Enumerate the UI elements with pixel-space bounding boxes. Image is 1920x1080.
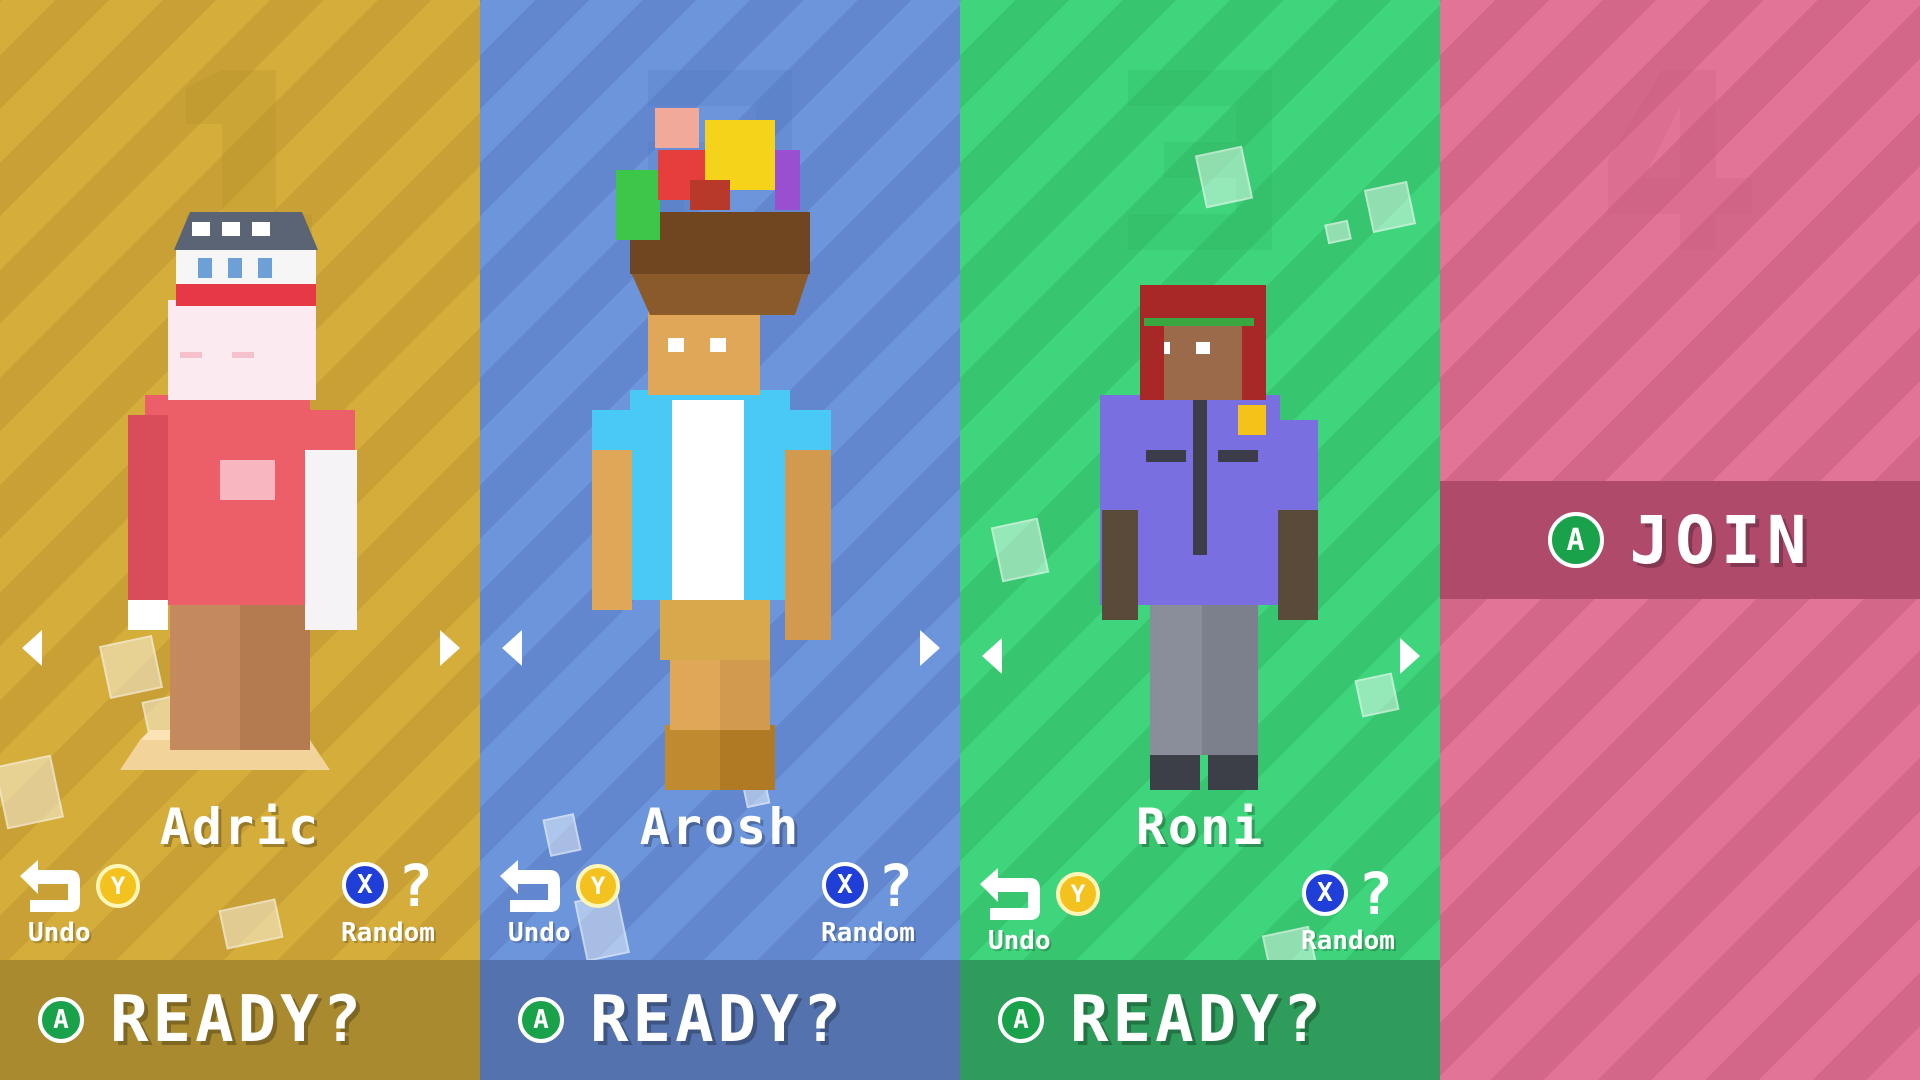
chevron-right-icon[interactable] xyxy=(920,630,940,666)
question-mark-icon: ? xyxy=(398,852,433,920)
undo-control[interactable]: Y Undo xyxy=(978,866,1118,956)
player-number-4-watermark xyxy=(1590,70,1770,250)
character-model-arosh xyxy=(480,0,960,800)
undo-label: Undo xyxy=(508,918,571,948)
random-control[interactable]: X ? Random xyxy=(336,852,466,948)
chevron-right-icon[interactable] xyxy=(440,630,460,666)
y-button-icon: Y xyxy=(576,864,620,908)
character-name: Adric xyxy=(159,798,321,856)
a-button-icon: A xyxy=(518,997,564,1043)
random-label: Random xyxy=(1301,926,1395,956)
chevron-left-icon[interactable] xyxy=(22,630,42,666)
chevron-right-icon[interactable] xyxy=(1400,638,1420,674)
random-control[interactable]: X ? Random xyxy=(1296,860,1426,956)
character-name: Arosh xyxy=(639,798,801,856)
chevron-left-icon[interactable] xyxy=(502,630,522,666)
undo-arrow-icon xyxy=(980,868,1040,920)
undo-label: Undo xyxy=(988,926,1051,956)
ready-button[interactable]: A READY? xyxy=(0,960,480,1080)
undo-arrow-icon xyxy=(500,860,560,912)
ready-button[interactable]: A READY? xyxy=(480,960,960,1080)
question-mark-icon: ? xyxy=(1358,860,1393,928)
ready-label: READY? xyxy=(1070,983,1326,1057)
x-button-icon: X xyxy=(342,862,388,908)
join-label: JOIN xyxy=(1629,501,1813,579)
character-model-roni xyxy=(960,0,1440,800)
a-button-icon: A xyxy=(1547,512,1604,568)
character-model-adric xyxy=(0,0,480,800)
x-button-icon: X xyxy=(1302,870,1348,916)
a-button-icon: A xyxy=(998,997,1044,1043)
character-select-screen: Adric Y Undo X ? Random A READY? Arosh Y… xyxy=(0,0,1920,1080)
player-3-panel: Roni Y Undo X ? Random A READY? xyxy=(960,0,1440,1080)
question-mark-icon: ? xyxy=(878,852,913,920)
ready-label: READY? xyxy=(110,983,366,1057)
player-4-panel: A JOIN xyxy=(1440,0,1920,1080)
character-name: Roni xyxy=(1135,798,1265,856)
undo-control[interactable]: Y Undo xyxy=(498,858,638,948)
undo-label: Undo xyxy=(28,918,91,948)
undo-arrow-icon xyxy=(20,860,80,912)
x-button-icon: X xyxy=(822,862,868,908)
undo-control[interactable]: Y Undo xyxy=(18,858,158,948)
random-label: Random xyxy=(341,918,435,948)
chevron-left-icon[interactable] xyxy=(982,638,1002,674)
random-control[interactable]: X ? Random xyxy=(816,852,946,948)
join-button[interactable]: A JOIN xyxy=(1440,481,1920,599)
random-label: Random xyxy=(821,918,915,948)
y-button-icon: Y xyxy=(96,864,140,908)
player-1-panel: Adric Y Undo X ? Random A READY? xyxy=(0,0,480,1080)
ready-label: READY? xyxy=(590,983,846,1057)
ready-button[interactable]: A READY? xyxy=(960,960,1440,1080)
y-button-icon: Y xyxy=(1056,872,1100,916)
player-2-panel: Arosh Y Undo X ? Random A READY? xyxy=(480,0,960,1080)
a-button-icon: A xyxy=(38,997,84,1043)
